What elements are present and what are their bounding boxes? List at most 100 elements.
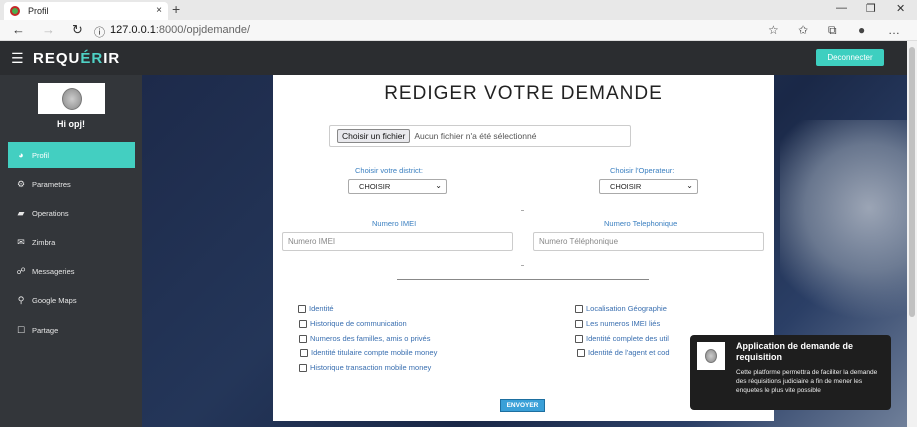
toast-logo <box>697 342 725 370</box>
district-value: CHOISIR <box>359 182 391 191</box>
brand-suffix: IR <box>103 50 121 67</box>
file-status: Aucun fichier n'a été sélectionné <box>414 131 537 141</box>
checkbox-localisation[interactable]: Localisation Géographie <box>575 304 667 313</box>
brand-prefix: REQU <box>33 50 81 67</box>
sidebar-item-label: Zimbra <box>32 237 56 247</box>
url-host: 127.0.0.1 <box>110 24 156 36</box>
operator-label: Choisir l'Operateur: <box>610 166 675 175</box>
dashboard-icon: ◕ <box>18 150 24 160</box>
district-label: Choisir votre district: <box>355 166 423 175</box>
gears-icon: ⚙ <box>16 178 26 189</box>
back-button[interactable]: ← <box>12 22 25 37</box>
favorite-star-icon[interactable]: ☆ <box>768 23 779 37</box>
checkbox-label: Identité complete des util <box>586 334 669 343</box>
collections-icon[interactable]: ⧉ <box>828 23 837 38</box>
browser-tab-bar: Profil × + — ❐ ✕ <box>0 0 917 20</box>
checkbox-identite-agent[interactable]: Identité de l'agent et cod <box>577 348 670 357</box>
brand-logo[interactable]: REQUÉRIR <box>33 50 120 67</box>
sidebar-item-partage[interactable]: ☐ Partage <box>8 317 135 343</box>
divider-dot <box>521 210 524 211</box>
sidebar-item-zimbra[interactable]: ✉ Zimbra <box>8 229 135 255</box>
checkbox-box[interactable] <box>299 363 307 372</box>
square-icon: ☐ <box>16 324 26 335</box>
checkbox-box[interactable] <box>575 319 583 328</box>
reload-button[interactable]: ↻ <box>72 22 83 38</box>
checkbox-box[interactable] <box>299 334 307 343</box>
phone-input[interactable]: Numero Téléphonique <box>533 232 764 251</box>
avatar <box>38 83 105 114</box>
checkbox-numeros-familles[interactable]: Numeros des familles, amis o privés <box>299 334 430 343</box>
sidebar-item-label: Messageries <box>32 266 75 276</box>
toast-body: Cette platforme permettra de faciliter l… <box>736 369 878 394</box>
checkbox-box[interactable] <box>298 304 306 313</box>
divider-dot <box>521 265 524 266</box>
chat-icon: ☍ <box>16 265 26 276</box>
checkbox-box[interactable] <box>299 319 307 328</box>
envelope-icon: ✉ <box>17 236 25 247</box>
sidebar-item-label: Profil <box>32 150 50 160</box>
more-menu-icon[interactable]: … <box>888 23 900 37</box>
brand-accent: ÉR <box>80 50 104 67</box>
sidebar-item-parametres[interactable]: ⚙ Parametres <box>8 171 135 197</box>
checkbox-box[interactable] <box>577 348 585 357</box>
checkbox-titulaire-mobile-money[interactable]: Identité titulaire compte mobile money <box>300 348 437 357</box>
seal-icon <box>705 349 717 363</box>
imei-input[interactable]: Numero IMEI <box>282 232 513 251</box>
gavel-image <box>780 120 907 340</box>
sidebar: Hi opj! ◕ Profil ⚙ Parametres ▰ Operations … <box>0 75 142 427</box>
page-scrollbar[interactable] <box>907 41 917 427</box>
sidebar-item-label: Partage <box>32 325 59 335</box>
choose-file-button[interactable]: Choisir un fichier <box>337 129 411 143</box>
imei-label: Numero IMEI <box>372 219 417 228</box>
seal-icon <box>61 87 82 110</box>
checkbox-transaction-mobile-money[interactable]: Historique transaction mobile money <box>299 363 431 372</box>
address-bar: ← → ↻ ⓘ 127.0.0.1:8000/opjdemande/ ☆ ✩ ⧉… <box>0 20 917 41</box>
submit-button[interactable]: ENVOYER <box>500 399 545 412</box>
chevron-down-icon: ⌄ <box>686 181 693 190</box>
favorites-list-icon[interactable]: ✩ <box>798 23 808 37</box>
url-field[interactable]: 127.0.0.1:8000/opjdemande/ <box>110 24 250 36</box>
app-header: ☰ REQUÉRIR Deconnecter <box>0 41 907 75</box>
site-info-icon[interactable]: ⓘ <box>94 24 105 40</box>
district-select[interactable]: CHOISIR ⌄ <box>348 179 447 194</box>
sidebar-item-label: Operations <box>32 208 69 218</box>
checkbox-label: Localisation Géographie <box>586 304 667 313</box>
checkbox-identite-complete[interactable]: Identité complete des util <box>575 334 669 343</box>
browser-tab[interactable]: Profil × <box>4 2 168 20</box>
sidebar-item-profil[interactable]: ◕ Profil <box>8 142 135 168</box>
sidebar-item-google-maps[interactable]: ⚲ Google Maps <box>8 287 135 313</box>
file-input[interactable]: Choisir un fichier Aucun fichier n'a été… <box>329 125 631 147</box>
tab-close-icon[interactable]: × <box>156 5 162 16</box>
hamburger-menu-icon[interactable]: ☰ <box>11 50 24 67</box>
operator-select[interactable]: CHOISIR ⌄ <box>599 179 698 194</box>
checkbox-label: Historique transaction mobile money <box>310 363 432 372</box>
restore-button[interactable]: ❐ <box>866 2 876 15</box>
sidebar-item-operations[interactable]: ▰ Operations <box>8 200 135 226</box>
checkbox-label: Identité <box>309 304 334 313</box>
checkbox-box[interactable] <box>575 304 583 313</box>
toast-title: Application de demande de requisition <box>736 341 854 362</box>
book-icon: ▰ <box>17 207 25 218</box>
form-title: REDIGER VOTRE DEMANDE <box>384 83 663 104</box>
checkbox-box[interactable] <box>575 334 583 343</box>
checkbox-imei-lies[interactable]: Les numeros IMEI liés <box>575 319 660 328</box>
favicon-icon <box>10 6 20 16</box>
sidebar-item-messageries[interactable]: ☍ Messageries <box>8 258 135 284</box>
forward-button[interactable]: → <box>42 22 55 37</box>
logout-button[interactable]: Deconnecter <box>816 49 884 66</box>
operator-value: CHOISIR <box>610 182 642 191</box>
profile-icon[interactable]: ● <box>858 23 865 37</box>
minimize-button[interactable]: — <box>836 2 847 14</box>
window-close-button[interactable]: ✕ <box>896 2 905 15</box>
checkbox-label: Historique de communication <box>310 319 407 328</box>
phone-label: Numero Telephonique <box>604 219 678 228</box>
checkbox-label: Numeros des familles, amis o privés <box>310 334 431 343</box>
checkbox-box[interactable] <box>300 348 308 357</box>
notification-toast[interactable]: Application de demande de requisition Ce… <box>690 335 891 410</box>
map-marker-icon: ⚲ <box>17 294 25 305</box>
url-path: :8000/opjdemande/ <box>155 24 251 36</box>
checkbox-historique-communication[interactable]: Historique de communication <box>299 319 407 328</box>
checkbox-identite[interactable]: Identité <box>298 304 334 313</box>
new-tab-button[interactable]: + <box>172 1 180 17</box>
scrollbar-thumb[interactable] <box>909 47 915 317</box>
